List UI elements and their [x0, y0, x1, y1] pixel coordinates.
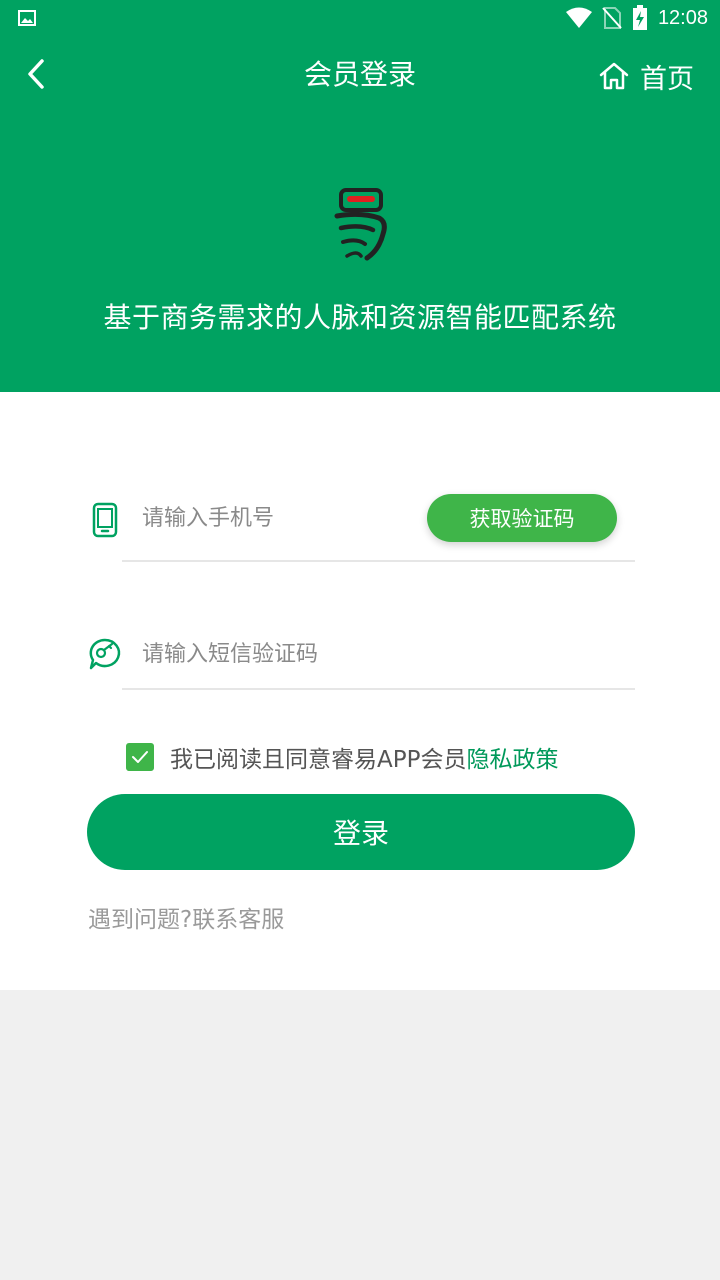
login-form: 获取验证码 我已阅读且同意睿易APP会员 隐私政策 登 [0, 392, 720, 990]
phone-underline [122, 560, 635, 562]
login-page: 12:08 会员登录 首页 基于商务需求的人脉和资源智能匹配系统 请输入手机号 … [0, 0, 720, 1280]
get-code-button[interactable]: 获取验证码 [427, 494, 617, 542]
app-logo-icon [334, 188, 387, 261]
home-button[interactable]: 首页 [598, 56, 694, 96]
status-time: 12:08 [657, 6, 708, 29]
no-sim-icon [602, 7, 622, 29]
home-label: 首页 [640, 63, 694, 95]
home-icon [599, 62, 629, 90]
sms-underline [122, 688, 635, 690]
agreement-row: 我已阅读且同意睿易APP会员 隐私政策 [126, 737, 558, 777]
gallery-icon [18, 10, 36, 26]
phone-input[interactable] [142, 498, 412, 538]
login-button[interactable]: 登录 [87, 794, 635, 870]
check-icon [132, 751, 148, 763]
agree-checkbox[interactable] [126, 743, 154, 771]
phone-icon [86, 500, 124, 540]
sms-code-field [86, 634, 635, 690]
privacy-policy-link[interactable]: 隐私政策 [466, 740, 558, 774]
slogan: 基于商务需求的人脉和资源智能匹配系统 [103, 301, 617, 334]
battery-charging-icon [632, 5, 647, 30]
phone-field: 获取验证码 [86, 492, 635, 564]
agreement-text: 我已阅读且同意睿易APP会员 [170, 747, 467, 773]
header: 会员登录 首页 基于商务需求的人脉和资源智能匹配系统 [0, 36, 720, 392]
contact-support-link[interactable]: 遇到问题?联系客服 [88, 900, 284, 934]
status-bar: 12:08 [0, 0, 720, 36]
sms-code-input[interactable] [142, 634, 542, 674]
key-bubble-icon [86, 634, 124, 674]
wifi-icon [565, 7, 592, 28]
